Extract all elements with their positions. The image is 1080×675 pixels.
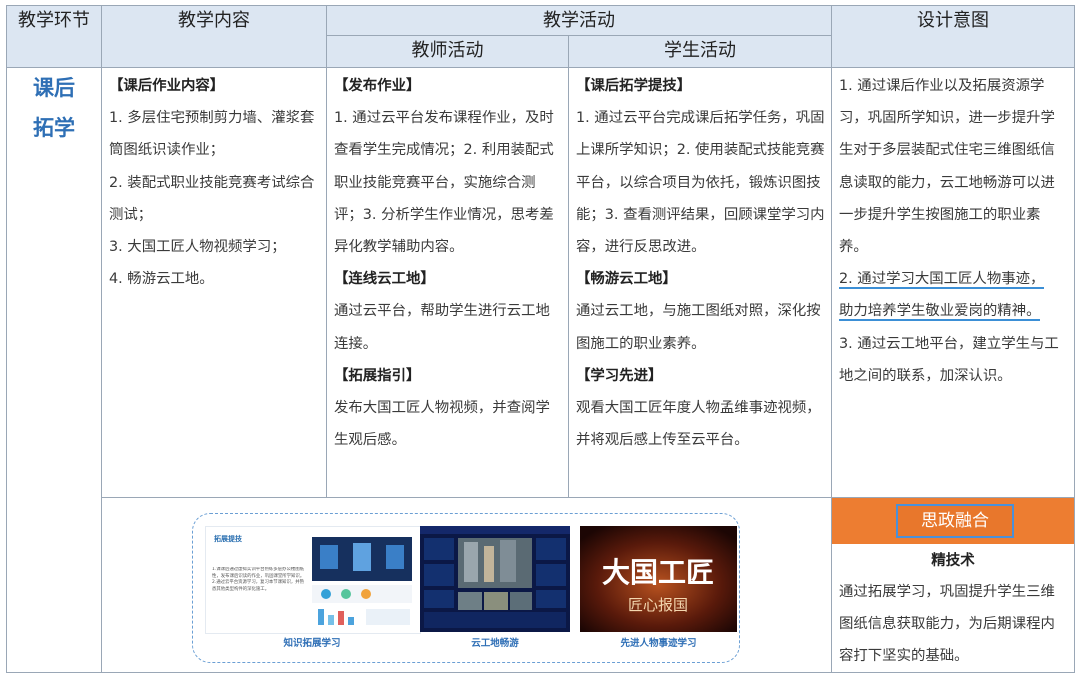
knowledge-thumbnail: 拓展提技 1.课课后通过虚拟实训平台熟练多层办公楼图纸性，发布课后识读的作业，巩… <box>205 526 421 634</box>
cloud-site-thumbnail <box>420 526 570 632</box>
stage-line-2: 拓学 <box>33 116 75 140</box>
teacher-text: 1. 通过云平台发布课程作业，及时查看学生完成情况；2. 利用装配式职业技能竞赛… <box>334 110 554 256</box>
header-teacher: 教师活动 <box>326 35 569 68</box>
cloud-site-image <box>420 526 570 632</box>
teacher-tag: 【连线云工地】 <box>334 271 435 288</box>
image-strip-frame: 拓展提技 1.课课后通过虚拟实训平台熟练多层办公楼图纸性，发布课后识读的作业，巩… <box>192 513 740 663</box>
t1-text: 1.课课后通过虚拟实训平台熟练多层办公楼图纸性，发布课后识读的作业，巩固课堂所学… <box>212 567 305 592</box>
content-tag: 【课后作业内容】 <box>109 78 225 94</box>
student-text: 通过云工地，与施工图纸对照，深化按图施工的职业素养。 <box>576 303 821 352</box>
sizheng-title: 精技术 <box>931 553 975 569</box>
craftsman-video-image: 大国工匠 匠心报国 <box>580 526 737 632</box>
t1-title: 拓展提技 <box>214 534 243 543</box>
sizheng-cell: 思政融合 精技术 通过拓展学习，巩固提升学生三维图纸信息获取能力，为后期课程内容… <box>831 497 1075 673</box>
sizheng-header: 思政融合 <box>832 498 1074 544</box>
teacher-text: 通过云平台，帮助学生进行云工地连接。 <box>334 303 550 352</box>
teacher-tag: 【拓展指引】 <box>334 367 421 384</box>
header-content: 教学内容 <box>101 5 327 68</box>
student-tag: 【学习先进】 <box>576 367 663 384</box>
t3-title: 大国工匠 <box>602 556 714 589</box>
header-student: 学生活动 <box>568 35 832 68</box>
intent-highlight-2: 助力培养学生敬业爱岗的精神。 <box>839 303 1041 322</box>
header-activity: 教学活动 <box>326 5 832 36</box>
content-cell: 【课后作业内容】 1. 多层住宅预制剪力墙、灌浆套筒图纸识读作业； 2. 装配式… <box>101 67 327 498</box>
teacher-cell: 【发布作业】 1. 通过云平台发布课程作业，及时查看学生完成情况；2. 利用装配… <box>326 67 569 498</box>
t3-sub: 匠心报国 <box>628 596 688 614</box>
intent-highlight-1: 2. 通过学习大国工匠人物事迹， <box>839 271 1045 290</box>
student-cell: 【课后拓学提技】 1. 通过云平台完成课后拓学任务，巩固上课所学知识；2. 使用… <box>568 67 832 498</box>
intent-paragraph-3: 3. 通过云工地平台，建立学生与工地之间的联系，加深认识。 <box>839 335 1059 384</box>
content-item: 2. 装配式职业技能竞赛考试综合测试； <box>109 174 315 223</box>
teacher-text: 发布大国工匠人物视频，并查阅学生观后感。 <box>334 400 550 449</box>
caption-craftsman: 先进人物事迹学习 <box>620 638 697 649</box>
header-intent: 设计意图 <box>831 5 1075 68</box>
caption-knowledge: 知识拓展学习 <box>283 638 341 649</box>
craftsman-thumbnail: 大国工匠 匠心报国 <box>580 526 737 632</box>
image-strip-cell: 拓展提技 1.课课后通过虚拟实训平台熟练多层办公楼图纸性，发布课后识读的作业，巩… <box>101 497 832 673</box>
content-item: 4. 畅游云工地。 <box>109 271 214 288</box>
sizheng-label: 思政融合 <box>896 504 1014 538</box>
caption-cloud-site: 云工地畅游 <box>471 638 519 649</box>
stage-line-1: 课后 <box>33 76 75 100</box>
header-stage: 教学环节 <box>6 5 102 68</box>
student-text: 观看大国工匠年度人物孟维事迹视频，并将观后感上传至云平台。 <box>576 400 821 449</box>
intent-paragraph-1: 1. 通过课后作业以及拓展资源学习，巩固所学知识，进一步提升学生对于多层装配式住… <box>839 78 1055 256</box>
teacher-tag: 【发布作业】 <box>334 78 421 94</box>
lesson-plan-table: 教学环节 教学内容 教学活动 设计意图 教师活动 学生活动 课后 拓学 【课后作… <box>6 5 1075 673</box>
content-item: 1. 多层住宅预制剪力墙、灌浆套筒图纸识读作业； <box>109 110 315 159</box>
content-item: 3. 大国工匠人物视频学习； <box>109 239 286 256</box>
student-tag: 【课后拓学提技】 <box>576 78 692 94</box>
stage-cell: 课后 拓学 <box>6 67 102 673</box>
student-text: 1. 通过云平台完成课后拓学任务，巩固上课所学知识；2. 使用装配式技能竞赛平台… <box>576 110 825 256</box>
knowledge-screen-image: 拓展提技 1.课课后通过虚拟实训平台熟练多层办公楼图纸性，发布课后识读的作业，巩… <box>206 527 420 633</box>
sizheng-text: 通过拓展学习，巩固提升学生三维图纸信息获取能力，为后期课程内容打下坚实的基础。 <box>839 584 1055 664</box>
student-tag: 【畅游云工地】 <box>576 271 677 288</box>
intent-cell: 1. 通过课后作业以及拓展资源学习，巩固所学知识，进一步提升学生对于多层装配式住… <box>831 67 1075 498</box>
